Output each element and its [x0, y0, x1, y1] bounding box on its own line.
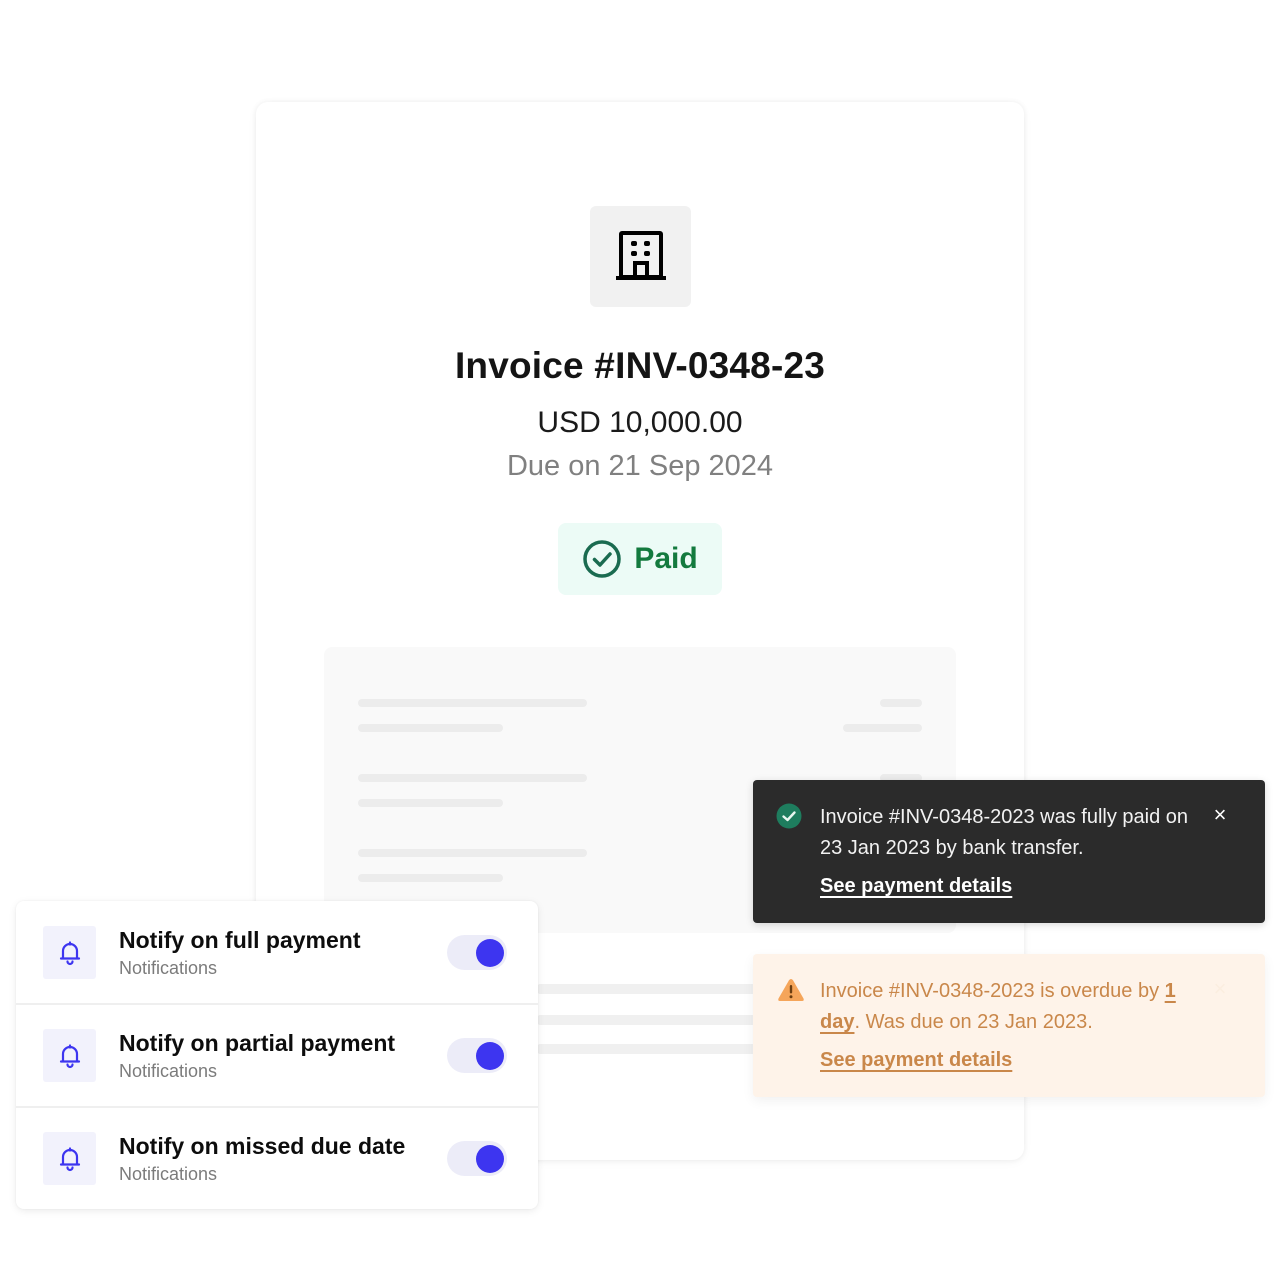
toggle-knob: [476, 1041, 504, 1070]
close-icon[interactable]: ×: [1209, 978, 1231, 1000]
notify-row-partial-payment: Notify on partial payment Notifications: [16, 1003, 538, 1106]
invoice-amount: USD 10,000.00: [537, 406, 743, 439]
skeleton-line: [358, 849, 587, 857]
notify-subtitle: Notifications: [119, 958, 218, 978]
notify-subtitle: Notifications: [119, 1061, 218, 1081]
skeleton-line: [358, 874, 503, 882]
toggle-full-payment[interactable]: [447, 935, 507, 970]
status-label: Paid: [634, 542, 698, 575]
bell-icon-box: [43, 1029, 96, 1082]
toast-message: Invoice #INV-0348-2023 was fully paid on…: [820, 806, 1189, 859]
see-payment-details-link[interactable]: See payment details: [820, 875, 1012, 898]
skeleton-line: [880, 699, 922, 707]
skeleton-line: [843, 724, 922, 732]
status-badge: Paid: [558, 523, 722, 595]
notify-row-missed-due-date: Notify on missed due date Notifications: [16, 1106, 538, 1209]
toggle-partial-payment[interactable]: [447, 1038, 507, 1073]
close-icon[interactable]: ×: [1209, 804, 1231, 826]
overdue-warning-toast: Invoice #INV-0348-2023 is overdue by 1 d…: [753, 954, 1265, 1097]
payment-success-toast: Invoice #INV-0348-2023 was fully paid on…: [753, 780, 1265, 923]
toggle-knob: [476, 1144, 504, 1173]
see-payment-details-link[interactable]: See payment details: [820, 1049, 1012, 1072]
toast-message-suffix: . Was due on 23 Jan 2023.: [854, 1011, 1093, 1033]
notify-row-full-payment: Notify on full payment Notifications: [16, 901, 538, 1004]
warning-triangle-icon: [778, 979, 804, 1001]
notify-title: Notify on missed due date: [119, 1133, 406, 1159]
bell-icon-box: [43, 1132, 96, 1185]
skeleton-line: [358, 699, 587, 707]
skeleton-line: [358, 799, 503, 807]
toast-message-prefix: Invoice #INV-0348-2023 is overdue by: [820, 980, 1165, 1002]
skeleton-line: [358, 724, 503, 732]
notify-title: Notify on full payment: [119, 927, 361, 953]
check-circle-filled-icon: [776, 803, 802, 829]
check-circle-icon: [583, 540, 622, 578]
building-icon: [615, 230, 666, 280]
notify-subtitle: Notifications: [119, 1164, 218, 1184]
company-logo: [590, 206, 691, 307]
notification-settings-card: Notify on full payment Notifications Not…: [16, 901, 538, 1209]
invoice-due-date: Due on 21 Sep 2024: [506, 450, 774, 482]
bell-icon: [59, 1043, 80, 1068]
bell-icon-box: [43, 926, 96, 979]
toast-message: Invoice #INV-0348-2023 is overdue by 1 d…: [820, 976, 1200, 1038]
invoice-title: Invoice #INV-0348-23: [454, 345, 826, 386]
toggle-missed-due-date[interactable]: [447, 1141, 507, 1176]
skeleton-line: [358, 774, 587, 782]
notify-title: Notify on partial payment: [119, 1030, 396, 1056]
bell-icon: [59, 940, 80, 965]
bell-icon: [59, 1146, 80, 1171]
toggle-knob: [476, 938, 504, 967]
